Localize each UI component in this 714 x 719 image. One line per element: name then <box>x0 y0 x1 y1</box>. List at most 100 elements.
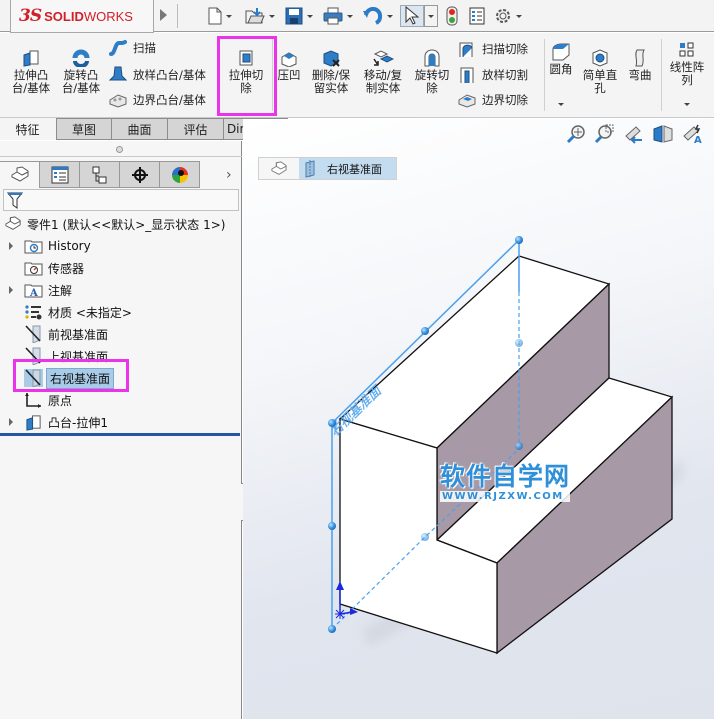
chevron-down-icon[interactable] <box>307 14 313 18</box>
move-copy-body-button[interactable]: 移动/复 制实体 <box>360 49 406 95</box>
plane-handle[interactable] <box>515 339 523 347</box>
tree-item-history[interactable]: History <box>0 236 240 256</box>
print-button[interactable] <box>323 5 353 27</box>
plane-handle[interactable] <box>328 522 336 530</box>
tree-item-sensors[interactable]: 传感器 <box>0 258 240 278</box>
extrude-feature-icon <box>26 414 41 431</box>
revolve-boss-label: 旋转凸 台/基体 <box>61 68 101 95</box>
tree-item-annotations[interactable]: A 注解 <box>0 280 240 300</box>
loft-button[interactable]: 放样凸台/基体 <box>109 66 206 84</box>
revolve-cut-button[interactable]: 旋转切 除 <box>410 49 454 95</box>
indent-button[interactable]: 压凹 <box>274 49 304 82</box>
plane-handle[interactable] <box>515 236 523 244</box>
options-button[interactable] <box>494 5 522 27</box>
extrude-boss-button[interactable]: 拉伸凸 台/基体 <box>8 49 54 95</box>
boundary-cut-button[interactable]: 边界切除 <box>458 92 528 108</box>
quick-access-toolbar: 3S SOLIDWORKS <box>0 0 714 33</box>
panel-resize-handle[interactable] <box>116 146 123 153</box>
simple-hole-icon <box>592 49 608 67</box>
plane-handle[interactable] <box>421 327 429 335</box>
tab-surfaces[interactable]: 曲面 <box>112 118 168 140</box>
tree-root-part[interactable]: 零件1 (默认<<默认>_显示状态 1>) <box>4 214 225 234</box>
tree-item-right-plane[interactable]: 右视基准面 <box>0 367 240 389</box>
fillet-label: 圆角 <box>549 62 573 76</box>
tree-item-boss-extrude1[interactable]: 凸台-拉伸1 <box>0 412 240 432</box>
plane-icon <box>25 347 41 365</box>
model-view[interactable]: 右视基准面 <box>243 119 714 719</box>
annotations-folder-icon: A <box>24 284 43 298</box>
divider <box>177 4 178 28</box>
flex-icon <box>635 49 645 67</box>
linear-pattern-label: 线性阵 列 <box>669 60 705 87</box>
revolve-boss-button[interactable]: 旋转凸 台/基体 <box>58 49 104 95</box>
plane-handle[interactable] <box>515 442 523 450</box>
file-properties-button[interactable] <box>469 5 485 27</box>
rollback-bar[interactable] <box>0 433 240 436</box>
fillet-button[interactable]: 圆角 <box>546 43 576 76</box>
expand-arrow-icon[interactable] <box>9 286 13 294</box>
property-manager-tab[interactable] <box>40 161 80 188</box>
chevron-down-icon[interactable] <box>387 14 393 18</box>
open-button[interactable] <box>245 5 275 27</box>
tree-item-origin[interactable]: 原点 <box>0 390 240 410</box>
chevron-down-icon[interactable] <box>516 14 522 18</box>
plane-handle[interactable] <box>328 625 336 633</box>
linear-pattern-dropdown-icon[interactable] <box>684 103 690 106</box>
configuration-manager-tab[interactable] <box>80 161 120 188</box>
feature-manager-tab[interactable] <box>0 161 40 188</box>
extrude-cut-button[interactable]: 拉伸切 除 <box>222 49 270 95</box>
boundary-boss-button[interactable]: 边界凸台/基体 <box>109 92 206 108</box>
svg-text:A: A <box>29 288 38 298</box>
sweep-button[interactable]: 扫描 <box>109 40 156 56</box>
solidworks-logo[interactable]: 3S SOLIDWORKS <box>10 0 154 33</box>
divider <box>272 39 273 111</box>
chevron-down-icon[interactable] <box>269 14 275 18</box>
expand-arrow-icon[interactable] <box>9 418 13 426</box>
select-button[interactable] <box>400 5 424 27</box>
swept-cut-button[interactable]: 扫描切除 <box>458 40 528 58</box>
dimxpert-manager-tab[interactable] <box>120 161 160 188</box>
chevron-down-icon[interactable] <box>347 14 353 18</box>
plane-handle[interactable] <box>328 419 336 427</box>
plane-handle[interactable] <box>421 533 429 541</box>
tab-features[interactable]: 特征 <box>0 118 56 140</box>
extrude-boss-icon <box>23 50 39 67</box>
new-button[interactable] <box>208 5 232 27</box>
tab-sketch[interactable]: 草图 <box>56 118 112 140</box>
expand-arrow-icon[interactable] <box>9 242 13 250</box>
linear-pattern-button[interactable]: 线性阵 列 <box>664 41 710 87</box>
graphics-area[interactable]: A 右视基准面 右视基准面 软件自学网 WWW.RJZXW.COM <box>243 119 714 719</box>
plane-icon <box>24 369 43 387</box>
boundary-cut-label: 边界切除 <box>482 93 528 107</box>
lofted-cut-button[interactable]: 放样切割 <box>458 66 528 84</box>
tree-item-material[interactable]: 材质 <未指定> <box>0 302 240 322</box>
tab-evaluate[interactable]: 评估 <box>168 118 224 140</box>
tree-item-top-plane[interactable]: 上视基准面 <box>0 346 240 366</box>
menu-expand-arrow-icon[interactable] <box>160 9 167 21</box>
chevron-down-icon[interactable] <box>226 14 232 18</box>
sweep-label: 扫描 <box>133 41 156 55</box>
flex-button[interactable]: 弯曲 <box>624 49 656 82</box>
indent-label: 压凹 <box>277 68 301 82</box>
property-manager-icon <box>51 166 68 183</box>
fillet-dropdown-icon[interactable] <box>558 103 564 106</box>
save-button[interactable] <box>285 5 313 27</box>
watermark: 软件自学网 WWW.RJZXW.COM <box>440 463 571 502</box>
display-manager-tab[interactable] <box>160 161 200 188</box>
swept-cut-icon <box>459 42 473 57</box>
undo-button[interactable] <box>363 5 393 27</box>
select-dropdown[interactable] <box>424 5 438 27</box>
simple-hole-button[interactable]: 简单直 孔 <box>580 49 620 95</box>
move-copy-body-label: 移动/复 制实体 <box>363 68 403 95</box>
sensor-folder-icon <box>24 262 43 276</box>
simple-hole-label: 简单直 孔 <box>582 68 618 95</box>
open-folder-icon <box>245 8 265 24</box>
rebuild-button[interactable] <box>446 5 458 27</box>
tree-item-front-plane[interactable]: 前视基准面 <box>0 324 240 344</box>
plane-icon <box>25 325 41 343</box>
divider <box>544 39 545 111</box>
chevron-right-icon[interactable]: › <box>226 167 232 183</box>
delete-keep-body-button[interactable]: 删除/保 留实体 <box>308 49 354 95</box>
tree-filter[interactable] <box>3 189 239 211</box>
save-icon <box>285 7 303 25</box>
